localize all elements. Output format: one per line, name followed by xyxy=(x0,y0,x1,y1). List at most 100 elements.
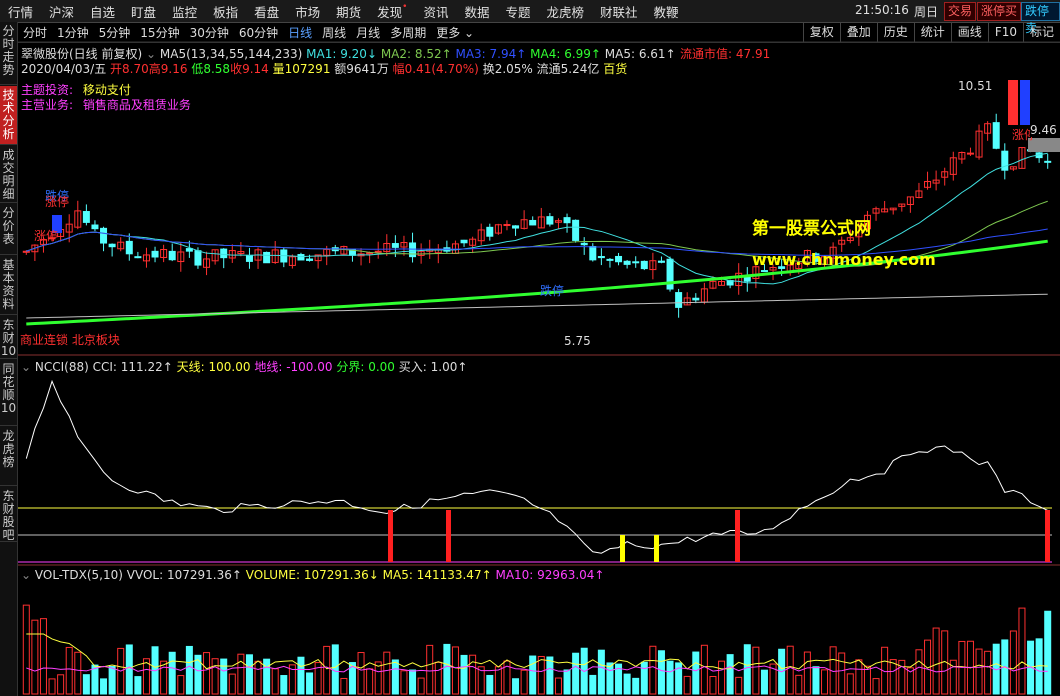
ma5-line xyxy=(26,293,1048,319)
vol-title[interactable]: VOL-TDX(5,10) xyxy=(35,568,123,582)
limit-marker-block xyxy=(1008,80,1018,125)
volume-bar xyxy=(700,644,708,695)
volume-bar xyxy=(409,669,417,695)
volume-bar xyxy=(271,668,279,695)
volume-bar xyxy=(589,674,597,695)
volume-bar xyxy=(460,654,468,695)
volume-bar xyxy=(760,669,768,695)
limit-down-label-2: 跌停 xyxy=(540,284,565,298)
candle-body xyxy=(409,242,417,258)
volume-bar xyxy=(649,645,657,695)
sector-tags[interactable]: 商业连锁 北京板块 xyxy=(20,331,120,348)
ncci-ground: 地线: -100.00 xyxy=(254,360,333,374)
volume-bar xyxy=(82,674,90,695)
vol-vvol: VVOL: 107291.36↑ xyxy=(126,568,242,582)
candle-body xyxy=(151,250,159,258)
volume-bar xyxy=(657,650,665,695)
candle-body xyxy=(692,297,700,301)
volume-bar xyxy=(57,674,65,695)
candle-body xyxy=(546,216,554,225)
volume-bar xyxy=(280,675,288,695)
volume-bar xyxy=(640,661,648,695)
volume-bar xyxy=(812,666,820,695)
buy-signal-bar xyxy=(1045,510,1050,562)
volume-bar xyxy=(168,651,176,695)
volume-bar xyxy=(743,644,751,695)
candle-body xyxy=(597,256,605,259)
volume-bar xyxy=(597,649,605,695)
chart-canvas[interactable] xyxy=(0,0,1060,696)
volume-bar xyxy=(889,659,897,695)
ncci-divider: 分界: 0.00 xyxy=(336,360,395,374)
volume-bar xyxy=(537,655,545,695)
volume-bar xyxy=(494,666,502,695)
watermark-title: 第一股票公式网 xyxy=(752,219,871,239)
vol-ma5: MA5: 141133.47↑ xyxy=(382,568,492,582)
volume-bar xyxy=(263,658,271,695)
volume-bar xyxy=(245,654,253,695)
limit-up-label-2: 涨停 xyxy=(34,229,59,243)
candle-body xyxy=(503,224,511,227)
volume-bar xyxy=(185,645,193,695)
buy-signal-bar xyxy=(388,510,393,562)
vol-ma5-line xyxy=(26,633,1048,670)
candle-body xyxy=(512,225,520,229)
volume-bar xyxy=(855,659,863,695)
candle-body xyxy=(589,246,597,261)
volume-bar xyxy=(220,658,228,695)
volume-bar xyxy=(795,674,803,695)
ncci-cci: CCI: 111.22↑ xyxy=(92,360,173,374)
ncci-title[interactable]: NCCI(88) xyxy=(35,360,89,374)
ncci-buy: 买入: 1.00↑ xyxy=(398,360,468,374)
volume-bar xyxy=(469,654,477,695)
candle-body xyxy=(306,258,314,261)
cci-line xyxy=(25,379,1048,554)
volume-bar xyxy=(134,676,142,695)
volume-bar xyxy=(366,668,374,695)
candle-body xyxy=(572,219,580,241)
volume-bar xyxy=(39,618,47,695)
candle-body xyxy=(82,211,90,223)
volume-bar xyxy=(323,645,331,695)
volume-bar xyxy=(203,652,211,695)
candle-body xyxy=(91,224,99,230)
candle-body xyxy=(657,260,665,263)
limit-up-label: 涨停 xyxy=(45,195,70,209)
volume-bar xyxy=(22,604,30,695)
ncci-legend: ⌄ NCCI(88) CCI: 111.22↑ 天线: 100.00 地线: -… xyxy=(21,358,467,375)
limit-marker-block xyxy=(1020,80,1030,125)
volume-bar xyxy=(752,646,760,695)
volume-bar xyxy=(306,672,314,695)
candle-body xyxy=(760,270,768,273)
volume-bar xyxy=(331,644,339,695)
volume-bar xyxy=(237,653,245,695)
volume-bar xyxy=(108,666,116,695)
volume-bar xyxy=(1009,630,1017,695)
volume-bar xyxy=(838,652,846,695)
volume-bar xyxy=(572,652,580,695)
volume-bar xyxy=(160,660,168,695)
volume-bar xyxy=(400,670,408,695)
volume-bar xyxy=(100,678,108,695)
chevron-down-icon[interactable]: ⌄ xyxy=(21,360,31,374)
chevron-down-icon[interactable]: ⌄ xyxy=(21,568,31,582)
candle-body xyxy=(100,227,108,244)
volume-bar xyxy=(520,669,528,695)
candle-body xyxy=(125,240,133,255)
volume-bar xyxy=(434,661,442,695)
volume-bar xyxy=(48,678,56,695)
volume-bar xyxy=(872,678,880,695)
volume-bar xyxy=(374,661,382,695)
candle-body xyxy=(640,260,648,270)
volume-bar xyxy=(632,677,640,695)
volume-bar xyxy=(718,660,726,695)
volume-bar xyxy=(451,646,459,695)
volume-bar xyxy=(194,654,202,695)
volume-bar xyxy=(666,660,674,695)
volume-bar xyxy=(383,651,391,695)
candle-body xyxy=(623,260,631,265)
candle-body xyxy=(245,254,253,262)
volume-bar xyxy=(417,677,425,695)
vol-volume: VOLUME: 107291.36↓ xyxy=(245,568,379,582)
volume-bar xyxy=(846,673,854,695)
